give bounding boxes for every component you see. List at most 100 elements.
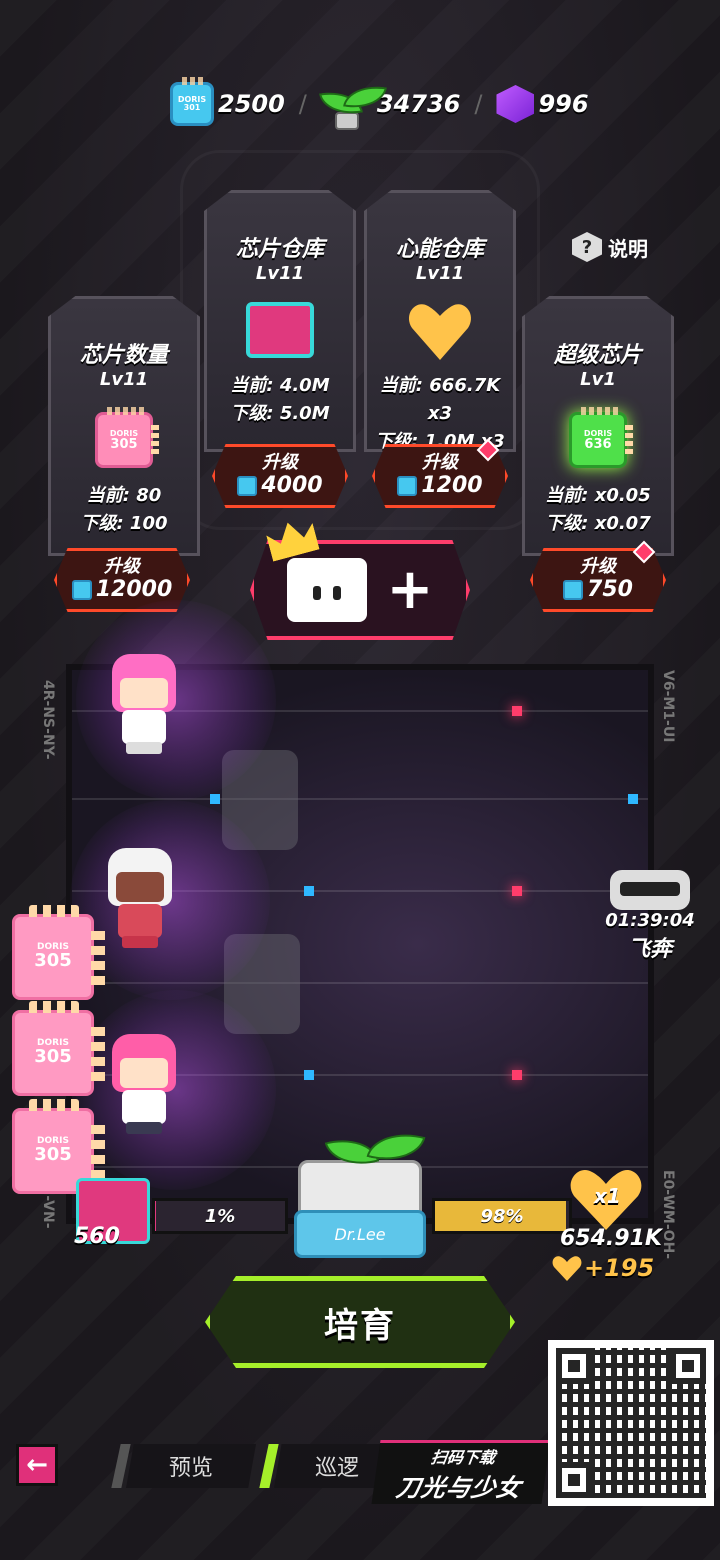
lane-marker xyxy=(512,886,522,896)
chip-pink-icon: DORIS 305 xyxy=(95,407,159,468)
panel-chip-warehouse: 芯片仓库 Lv11 当前: 4.0M 下级: 5.0M xyxy=(204,190,356,452)
panel-title: 芯片数量 xyxy=(79,343,168,368)
upgrade-label: 升级 xyxy=(422,452,458,473)
chip-icon: DORIS 301 xyxy=(170,77,214,126)
left-progress-text: 1% xyxy=(204,1205,236,1227)
chip-icon xyxy=(397,476,418,496)
panel-title: 芯片仓库 xyxy=(235,237,324,262)
gem-currency: 996 xyxy=(496,85,589,123)
lane-marker xyxy=(304,886,314,896)
boss-timer[interactable]: 01:39:04 飞奔 xyxy=(600,870,700,963)
boss-label: 飞奔 xyxy=(627,937,672,962)
download-promo-banner[interactable]: 扫码下载 刀光与少女 xyxy=(371,1440,551,1504)
plus-icon: + xyxy=(386,557,434,622)
currency-bar: DORIS 301 2500 / 34736 / 996 xyxy=(170,72,589,136)
upgrade-cost: 750 xyxy=(563,577,633,603)
side-chip-item[interactable]: DORIS 305 xyxy=(12,905,105,1000)
current-value: 当前: 4.0M xyxy=(230,375,330,396)
gem-icon xyxy=(496,85,535,123)
heart-gain-value: +195 xyxy=(584,1254,655,1282)
lane-code-right-bottom: E0-WM-OH- xyxy=(660,1170,676,1260)
back-button[interactable]: ← xyxy=(16,1444,58,1486)
panel-level: Lv11 xyxy=(415,263,465,284)
qr-finder xyxy=(670,1348,706,1384)
upgrade-label: 升级 xyxy=(262,452,298,473)
heart-total: 654.91K xyxy=(560,1226,662,1251)
tab-patrol-label: 巡逻 xyxy=(314,1456,359,1481)
upgrade-cost-value: 4000 xyxy=(261,473,323,498)
boss-mask-icon xyxy=(610,870,690,910)
current-value: 当前: x0.05 xyxy=(545,485,651,506)
chip-icon-number: 636 xyxy=(584,436,612,452)
chip-icon-number: 305 xyxy=(110,436,138,452)
panel-level: Lv11 xyxy=(99,369,149,390)
promo-line-2: 刀光与少女 xyxy=(394,1474,524,1502)
boss-countdown: 01:39:04 xyxy=(605,910,695,931)
chip-count: 2500 xyxy=(218,90,285,118)
character-white-hair[interactable] xyxy=(100,838,180,948)
chip-icon-number: 305 xyxy=(34,1046,72,1068)
chip-icon-text: DORIS 301 xyxy=(177,95,207,112)
panel-chip-count: 芯片数量 Lv11 DORIS 305 当前: 80 下级: 100 xyxy=(48,296,200,556)
cultivate-button[interactable]: 培育 xyxy=(205,1276,515,1368)
currency-separator: / xyxy=(474,90,483,118)
chip-icon xyxy=(237,476,258,496)
qr-finder xyxy=(556,1462,592,1498)
tab-preview[interactable]: 预览 xyxy=(126,1444,256,1488)
chip-warehouse-count: 560 xyxy=(74,1224,120,1249)
heart-box-icon xyxy=(408,302,472,360)
next-value: 下级: x0.07 xyxy=(545,513,651,534)
qr-pattern xyxy=(556,1348,706,1498)
panel-title: 超级芯片 xyxy=(553,343,642,368)
upgrade-cost: 4000 xyxy=(237,473,323,499)
panel-super-chip: 超级芯片 Lv1 DORIS 636 当前: x0.05 下级: x0.07 xyxy=(522,296,674,556)
promo-line-1: 扫码下载 xyxy=(429,1448,497,1467)
qr-finder xyxy=(556,1348,592,1384)
lane-marker xyxy=(512,706,522,716)
upgrade-cost: 1200 xyxy=(397,473,483,499)
help-label: 说明 xyxy=(608,236,648,261)
lane-marker xyxy=(628,794,638,804)
warehouse-box-icon xyxy=(246,302,314,358)
machine-label: Dr.Lee xyxy=(334,1224,386,1244)
chip-icon-number: 305 xyxy=(34,950,72,972)
upgrade-label: 升级 xyxy=(104,556,140,577)
back-arrow-icon: ← xyxy=(26,1450,48,1480)
lane-marker xyxy=(512,1070,522,1080)
help-button[interactable]: ? 说明 xyxy=(572,232,648,262)
currency-separator: / xyxy=(298,90,307,118)
lane-code-right: V6-M1-UI xyxy=(660,670,676,743)
upgrade-chip-warehouse-button[interactable]: 升级 4000 xyxy=(212,444,348,508)
chip-icon xyxy=(71,580,92,600)
qr-code[interactable] xyxy=(548,1340,714,1506)
sprout-count: 34736 xyxy=(376,90,461,118)
lane-code-left: 4R-NS-NY- xyxy=(40,680,56,760)
gem-count: 996 xyxy=(538,90,589,118)
character-pink-hat[interactable] xyxy=(104,644,184,754)
incubator-machine[interactable]: Dr.Lee xyxy=(290,1123,430,1258)
next-value: 下级: 100 xyxy=(80,513,168,534)
heart-multiplier: x1 xyxy=(594,1184,621,1208)
side-chip-item[interactable]: DORIS 305 xyxy=(12,1001,105,1096)
panel-level: Lv1 xyxy=(580,369,616,390)
heart-gain: +195 xyxy=(552,1254,654,1282)
left-progress-bar: 1% xyxy=(152,1198,288,1234)
character-pink-hair[interactable] xyxy=(104,1024,184,1134)
upgrade-cost-value: 750 xyxy=(587,577,633,602)
right-progress-bar: 98% xyxy=(432,1198,572,1234)
panel-title: 心能仓库 xyxy=(395,237,484,262)
super-chip-icon: DORIS 636 xyxy=(569,407,633,468)
panel-level: Lv11 xyxy=(255,263,305,284)
panel-heart-warehouse: 心能仓库 Lv11 当前: 666.7K x3 下级: 1.0M x3 xyxy=(364,190,516,452)
question-icon: ? xyxy=(572,232,602,262)
next-value: 下级: 5.0M xyxy=(230,403,330,424)
sprout-currency: 34736 xyxy=(318,76,461,132)
heart-icon xyxy=(552,1255,582,1281)
right-progress-text: 98% xyxy=(480,1205,524,1227)
upgrade-cost-value: 12000 xyxy=(95,577,173,602)
character-face-icon xyxy=(286,558,367,622)
machine-nameplate: Dr.Lee xyxy=(294,1210,426,1258)
tab-preview-label: 预览 xyxy=(168,1456,213,1481)
chip-icon xyxy=(563,580,584,600)
lane-marker xyxy=(210,794,220,804)
